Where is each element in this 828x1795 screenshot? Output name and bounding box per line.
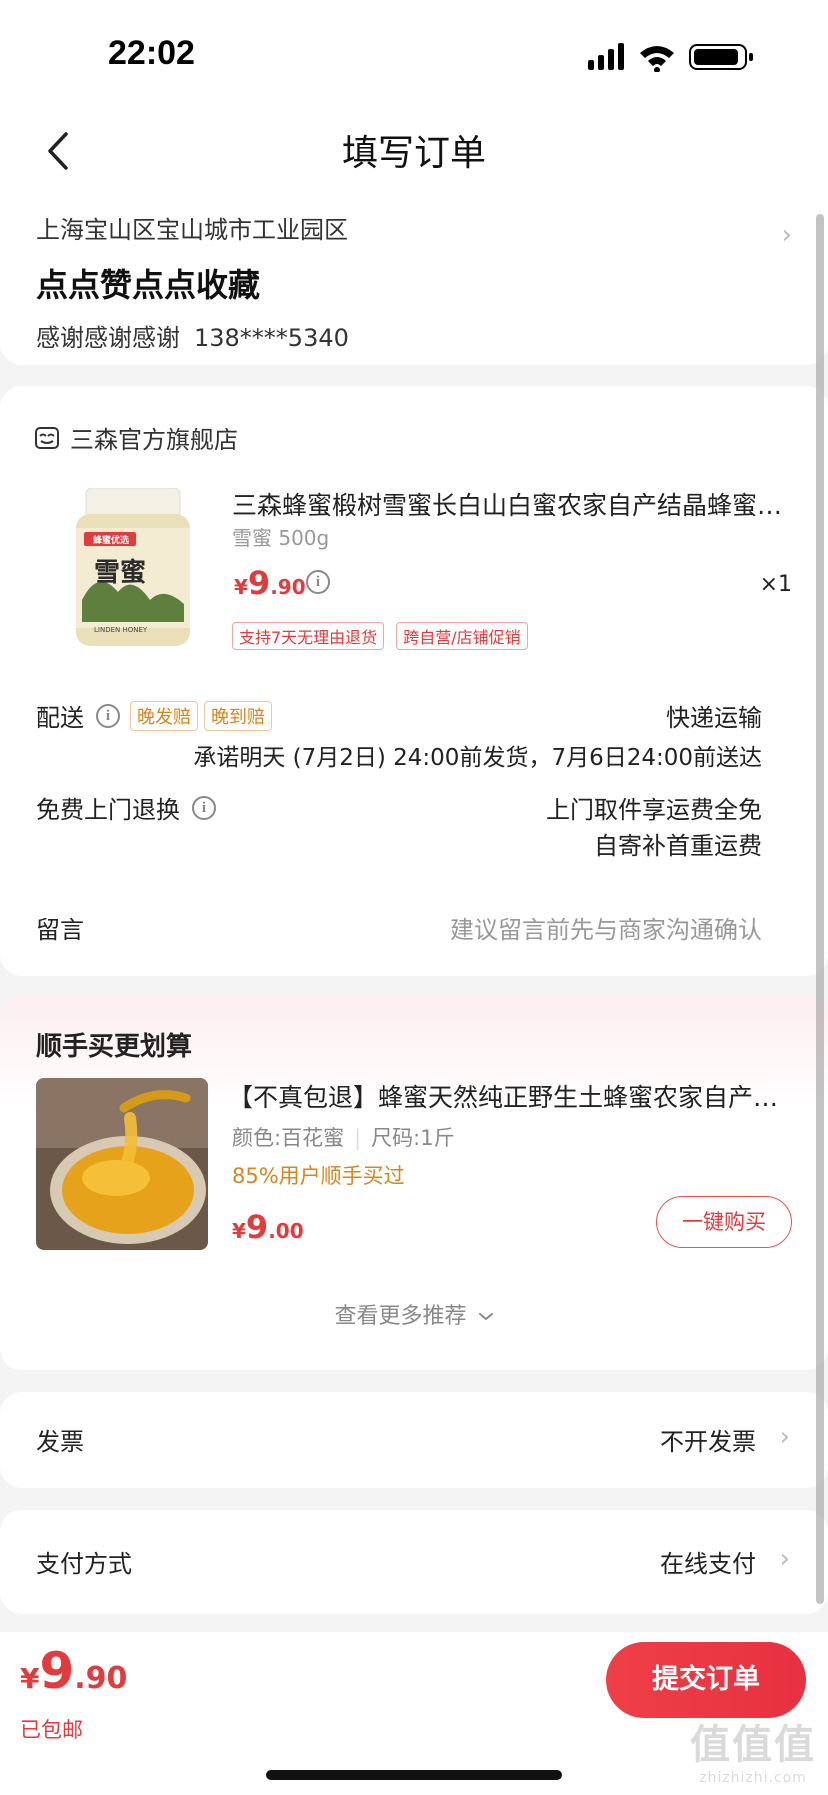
recommend-price: ¥9.00: [232, 1208, 304, 1246]
chevron-right-icon: ›: [781, 220, 792, 250]
page-title: 填写订单: [341, 133, 486, 174]
address-card[interactable]: 上海宝山区宝山城市工业园区 点点赞点点收藏 感谢感谢感谢 138****5340 …: [0, 190, 828, 365]
product-spec: 雪蜜 500g: [232, 526, 330, 550]
status-icons: [588, 43, 753, 72]
product-image-brand: 蜂蜜优选: [92, 536, 129, 546]
watermark-url: zhizhizhi.com: [699, 1770, 807, 1786]
rec-price-integer: 9: [245, 1208, 269, 1246]
message-input[interactable]: 建议留言前先与商家沟通确认: [450, 910, 762, 945]
chevron-down-icon: [478, 1313, 493, 1321]
delivery-row: 配送 i 晚发赔 晚到赔: [36, 698, 272, 733]
invoice-value: 不开发票: [660, 1428, 756, 1456]
product-quantity: ×1: [759, 572, 792, 597]
recommend-size: 尺码:1斤: [371, 1126, 455, 1150]
delivery-info-icon[interactable]: i: [96, 703, 120, 728]
tag-return: 支持7天无理由退货: [232, 622, 385, 650]
rec-price-decimal: .00: [268, 1219, 304, 1243]
chevron-right-icon: ›: [779, 1544, 790, 1574]
order-card: 三森官方旗舰店 蜂蜜优选 雪蜜 LINDEN HONEY 三森蜂蜜椴树雪蜜长白山…: [0, 386, 828, 976]
total-currency: ¥: [20, 1662, 40, 1695]
return-info-icon[interactable]: i: [192, 795, 216, 820]
submit-order-button[interactable]: 提交订单: [606, 1642, 806, 1718]
recommend-image[interactable]: [36, 1078, 208, 1250]
recommend-attrs: 颜色:百花蜜 | 尺码:1斤: [232, 1126, 455, 1150]
product-tags: 支持7天无理由退货 跨自营/店铺促销: [232, 622, 528, 650]
address-contact: 感谢感谢感谢 138****5340: [36, 318, 349, 353]
address-name: 点点赞点点收藏: [36, 266, 261, 304]
product-image-title: 雪蜜: [94, 558, 147, 588]
watermark: 值值值 zhizhizhi.com: [690, 1712, 816, 1786]
recipient-name: 感谢感谢感谢: [36, 324, 180, 352]
wifi-icon: [640, 46, 674, 72]
message-label: 留言: [36, 916, 84, 944]
recipient-phone: 138****5340: [194, 324, 349, 352]
store-name: 三森官方旗舰店: [70, 426, 238, 454]
return-label: 免费上门退换: [36, 796, 180, 824]
product-image-subtitle: LINDEN HONEY: [94, 626, 148, 634]
scrollbar[interactable]: [816, 214, 824, 1604]
total-decimal: .90: [74, 1661, 128, 1696]
invoice-label: 发票: [36, 1428, 84, 1456]
watermark-logo: 值值值: [690, 1722, 816, 1768]
more-recommend-link[interactable]: 查看更多推荐: [0, 1298, 828, 1330]
price-info-icon[interactable]: i: [306, 570, 330, 594]
recommend-card: 顺手买更划算 【不真包退】蜂蜜天然纯正野生土蜂蜜农家自产正宗 颜色:百花蜜 | 尺码…: [0, 996, 828, 1370]
price-decimal: .90: [270, 575, 306, 599]
recommend-title: 顺手买更划算: [36, 1032, 193, 1062]
delivery-method: 快递运输: [666, 704, 762, 732]
total-price: ¥9.90: [20, 1642, 127, 1700]
return-row: 免费上门退换 i: [36, 790, 216, 825]
product-title[interactable]: 三森蜂蜜椴树雪蜜长白山白蜜农家自产结晶蜂蜜纯正天然: [232, 486, 792, 522]
invoice-row[interactable]: 发票 不开发票 ›: [0, 1392, 828, 1488]
return-line1: 上门取件享运费全免: [546, 796, 762, 824]
rec-price-currency: ¥: [232, 1219, 246, 1243]
more-recommend-label: 查看更多推荐: [334, 1304, 467, 1329]
payment-row[interactable]: 支付方式 在线支付 ›: [0, 1510, 828, 1614]
signal-icon: [588, 43, 624, 70]
one-click-buy-button[interactable]: 一键购买: [656, 1196, 792, 1248]
delivery-promise: 承诺明天 (7月2日) 24:00前发货，7月6日24:00前送达: [193, 745, 762, 771]
payment-label: 支付方式: [36, 1550, 132, 1578]
recommend-item-name[interactable]: 【不真包退】蜂蜜天然纯正野生土蜂蜜农家自产正宗: [228, 1078, 788, 1114]
status-bar: 22:02: [0, 0, 828, 110]
chevron-right-icon: ›: [779, 1422, 790, 1452]
free-shipping-note: 已包邮: [20, 1718, 83, 1742]
badge-late-arrive: 晚到赔: [204, 700, 272, 731]
product-price: ¥9.90: [234, 564, 306, 602]
price-currency: ¥: [234, 575, 248, 599]
address-line: 上海宝山区宝山城市工业园区: [36, 216, 348, 244]
recommend-percent: 85%用户顺手买过: [232, 1164, 405, 1188]
total-integer: 9: [39, 1642, 75, 1700]
store-icon: [35, 426, 59, 449]
store-header[interactable]: 三森官方旗舰店: [34, 420, 238, 455]
delivery-label: 配送: [36, 704, 84, 732]
status-time: 22:02: [108, 34, 195, 72]
product-image[interactable]: 蜂蜜优选 雪蜜 LINDEN HONEY: [58, 487, 208, 650]
battery-icon: [689, 44, 753, 70]
return-line2: 自寄补首重运费: [594, 832, 762, 860]
recommend-color: 颜色:百花蜜: [232, 1126, 345, 1150]
badge-late-ship: 晚发赔: [130, 700, 198, 731]
nav-bar: 填写订单: [0, 110, 828, 190]
price-integer: 9: [247, 564, 271, 602]
home-indicator[interactable]: [266, 1770, 562, 1780]
tag-promo: 跨自营/店铺促销: [396, 622, 528, 650]
payment-value: 在线支付: [660, 1550, 756, 1578]
